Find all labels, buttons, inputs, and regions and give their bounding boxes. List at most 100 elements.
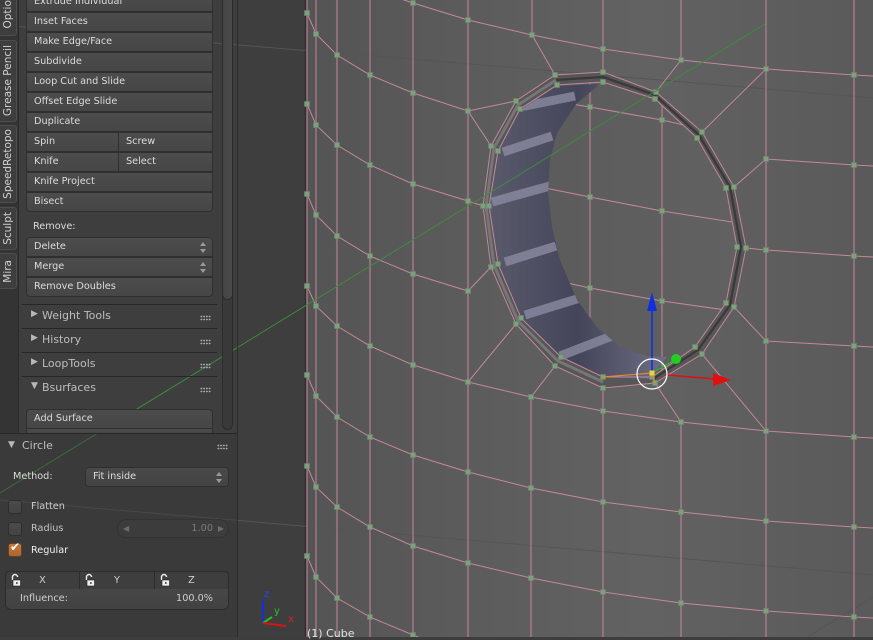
mesh-vertex bbox=[367, 72, 373, 78]
delete-label: Delete bbox=[34, 241, 66, 252]
radius-value: 1.00 bbox=[191, 523, 213, 534]
delete-menu-button[interactable]: Delete bbox=[26, 237, 213, 257]
merge-label: Merge bbox=[34, 261, 65, 272]
triangle-icon: ▶ bbox=[31, 333, 38, 343]
lock-z-toggle[interactable]: Z bbox=[155, 572, 228, 589]
axis-lock-row: X Y Z bbox=[5, 571, 229, 590]
mesh-vertex bbox=[465, 379, 471, 385]
increment-arrow-icon[interactable]: ▶ bbox=[218, 520, 224, 537]
mesh-vertex bbox=[678, 600, 684, 606]
active-vertex[interactable] bbox=[649, 370, 655, 376]
decrement-arrow-icon[interactable]: ◀ bbox=[123, 520, 129, 537]
duplicate-button[interactable]: Duplicate bbox=[26, 112, 213, 132]
knife-select-button[interactable]: Select bbox=[118, 152, 213, 172]
flatten-label[interactable]: Flatten bbox=[31, 501, 65, 512]
grip-dots-icon[interactable] bbox=[200, 315, 211, 321]
panel-header-looptools[interactable]: ▶ LoopTools bbox=[22, 352, 217, 376]
loop-cut-and-slide-button[interactable]: Loop Cut and Slide bbox=[26, 72, 213, 92]
mesh-vertex bbox=[465, 108, 471, 114]
regular-label[interactable]: Regular bbox=[31, 545, 68, 556]
triangle-icon[interactable]: ▼ bbox=[8, 440, 15, 450]
mesh-vertex bbox=[465, 17, 471, 23]
tab-options[interactable]: Options bbox=[0, 0, 17, 36]
mesh-vertex bbox=[304, 372, 310, 378]
grip-dots-icon[interactable] bbox=[217, 444, 228, 450]
mesh-vertex bbox=[743, 245, 749, 251]
screw-button[interactable]: Screw bbox=[118, 132, 213, 152]
mesh-vertex bbox=[367, 162, 373, 168]
panel-title: History bbox=[42, 333, 82, 346]
triangle-icon: ▶ bbox=[31, 309, 38, 319]
gizmo-y-handle-icon[interactable] bbox=[671, 354, 681, 364]
spin-button[interactable]: Spin bbox=[26, 132, 119, 152]
mesh-vertex bbox=[513, 321, 519, 327]
mesh-vertex bbox=[851, 524, 857, 530]
mesh-vertex bbox=[465, 198, 471, 204]
bisect-button[interactable]: Bisect bbox=[26, 192, 213, 212]
mesh-vertex bbox=[410, 271, 416, 277]
tab-mira[interactable]: Mira bbox=[0, 253, 17, 289]
mesh-vertex bbox=[367, 343, 373, 349]
toolshelf-scrollbar[interactable] bbox=[222, 0, 233, 300]
radius-number-field[interactable]: ◀ 1.00 ▶ bbox=[117, 519, 229, 538]
mesh-vertex bbox=[334, 142, 340, 148]
method-dropdown[interactable]: Fit inside bbox=[85, 467, 229, 487]
remove-doubles-button[interactable]: Remove Doubles bbox=[26, 277, 213, 297]
add-surface-button[interactable]: Add Surface bbox=[26, 409, 213, 429]
knife-button[interactable]: Knife bbox=[26, 152, 119, 172]
flatten-checkbox[interactable]: ✔ bbox=[8, 500, 22, 514]
mesh-vertex bbox=[763, 247, 769, 253]
triangle-icon: ▶ bbox=[31, 357, 38, 367]
mesh-vertex bbox=[410, 452, 416, 458]
grip-dots-icon[interactable] bbox=[200, 363, 211, 369]
mesh-vertex bbox=[600, 46, 606, 52]
mesh-vertex bbox=[367, 614, 373, 620]
mesh-vertex bbox=[587, 194, 593, 200]
panel-header-weight-tools[interactable]: ▶ Weight Tools bbox=[22, 304, 217, 328]
offset-edge-slide-button[interactable]: Offset Edge Slide bbox=[26, 92, 213, 112]
grip-dots-icon[interactable] bbox=[200, 387, 211, 393]
influence-value: 100.0% bbox=[176, 593, 213, 604]
influence-slider[interactable]: Influence: 100.0% bbox=[5, 589, 229, 610]
mesh-vertex bbox=[528, 394, 534, 400]
region-divider[interactable] bbox=[237, 0, 238, 637]
mesh-vertex bbox=[313, 303, 319, 309]
radius-checkbox[interactable]: ✔ bbox=[8, 522, 22, 536]
mesh-vertex bbox=[410, 90, 416, 96]
mesh-vertex bbox=[313, 212, 319, 218]
grip-dots-icon[interactable] bbox=[200, 339, 211, 345]
make-edge-face-button[interactable]: Make Edge/Face bbox=[26, 32, 213, 52]
merge-menu-button[interactable]: Merge bbox=[26, 257, 213, 277]
mesh-vertex bbox=[495, 148, 501, 154]
lock-x-toggle[interactable]: X bbox=[6, 572, 80, 589]
mesh-vertex bbox=[699, 129, 705, 135]
mesh-vertex bbox=[334, 595, 340, 601]
mesh-vertex bbox=[692, 344, 698, 350]
mesh-vertex bbox=[367, 253, 373, 259]
mesh-vertex bbox=[410, 632, 416, 637]
tab-sculpt[interactable]: Sculpt bbox=[0, 207, 17, 250]
tab-grease-pencil[interactable]: Grease Pencil bbox=[0, 40, 17, 122]
lock-axis-label: X bbox=[39, 575, 46, 586]
mesh-vertex bbox=[678, 509, 684, 515]
panel-title: Weight Tools bbox=[42, 309, 111, 322]
regular-checkbox[interactable]: ✔ bbox=[8, 540, 22, 557]
panel-header-bsurfaces[interactable]: ▼ Bsurfaces bbox=[22, 376, 217, 400]
subdivide-button[interactable]: Subdivide bbox=[26, 52, 213, 72]
mesh-vertex bbox=[410, 362, 416, 368]
object-info-label: (1) Cube bbox=[307, 627, 355, 640]
tab-speedretopo[interactable]: SpeedRetopo bbox=[0, 125, 17, 203]
panel-header-history[interactable]: ▶ History bbox=[22, 328, 217, 352]
axis-x-label: x bbox=[288, 614, 294, 625]
inset-faces-button[interactable]: Inset Faces bbox=[26, 12, 213, 32]
lock-y-toggle[interactable]: Y bbox=[80, 572, 155, 589]
mesh-vertex bbox=[313, 122, 319, 128]
mesh-vertex bbox=[517, 106, 523, 112]
radius-label[interactable]: Radius bbox=[31, 523, 63, 534]
mesh-vertex bbox=[313, 31, 319, 37]
mesh-vertex bbox=[659, 208, 665, 214]
extrude-individual-button[interactable]: Extrude Individual bbox=[26, 0, 213, 12]
tab-label: Options bbox=[2, 0, 14, 29]
knife-project-button[interactable]: Knife Project bbox=[26, 172, 213, 192]
mesh-vertex bbox=[313, 574, 319, 580]
